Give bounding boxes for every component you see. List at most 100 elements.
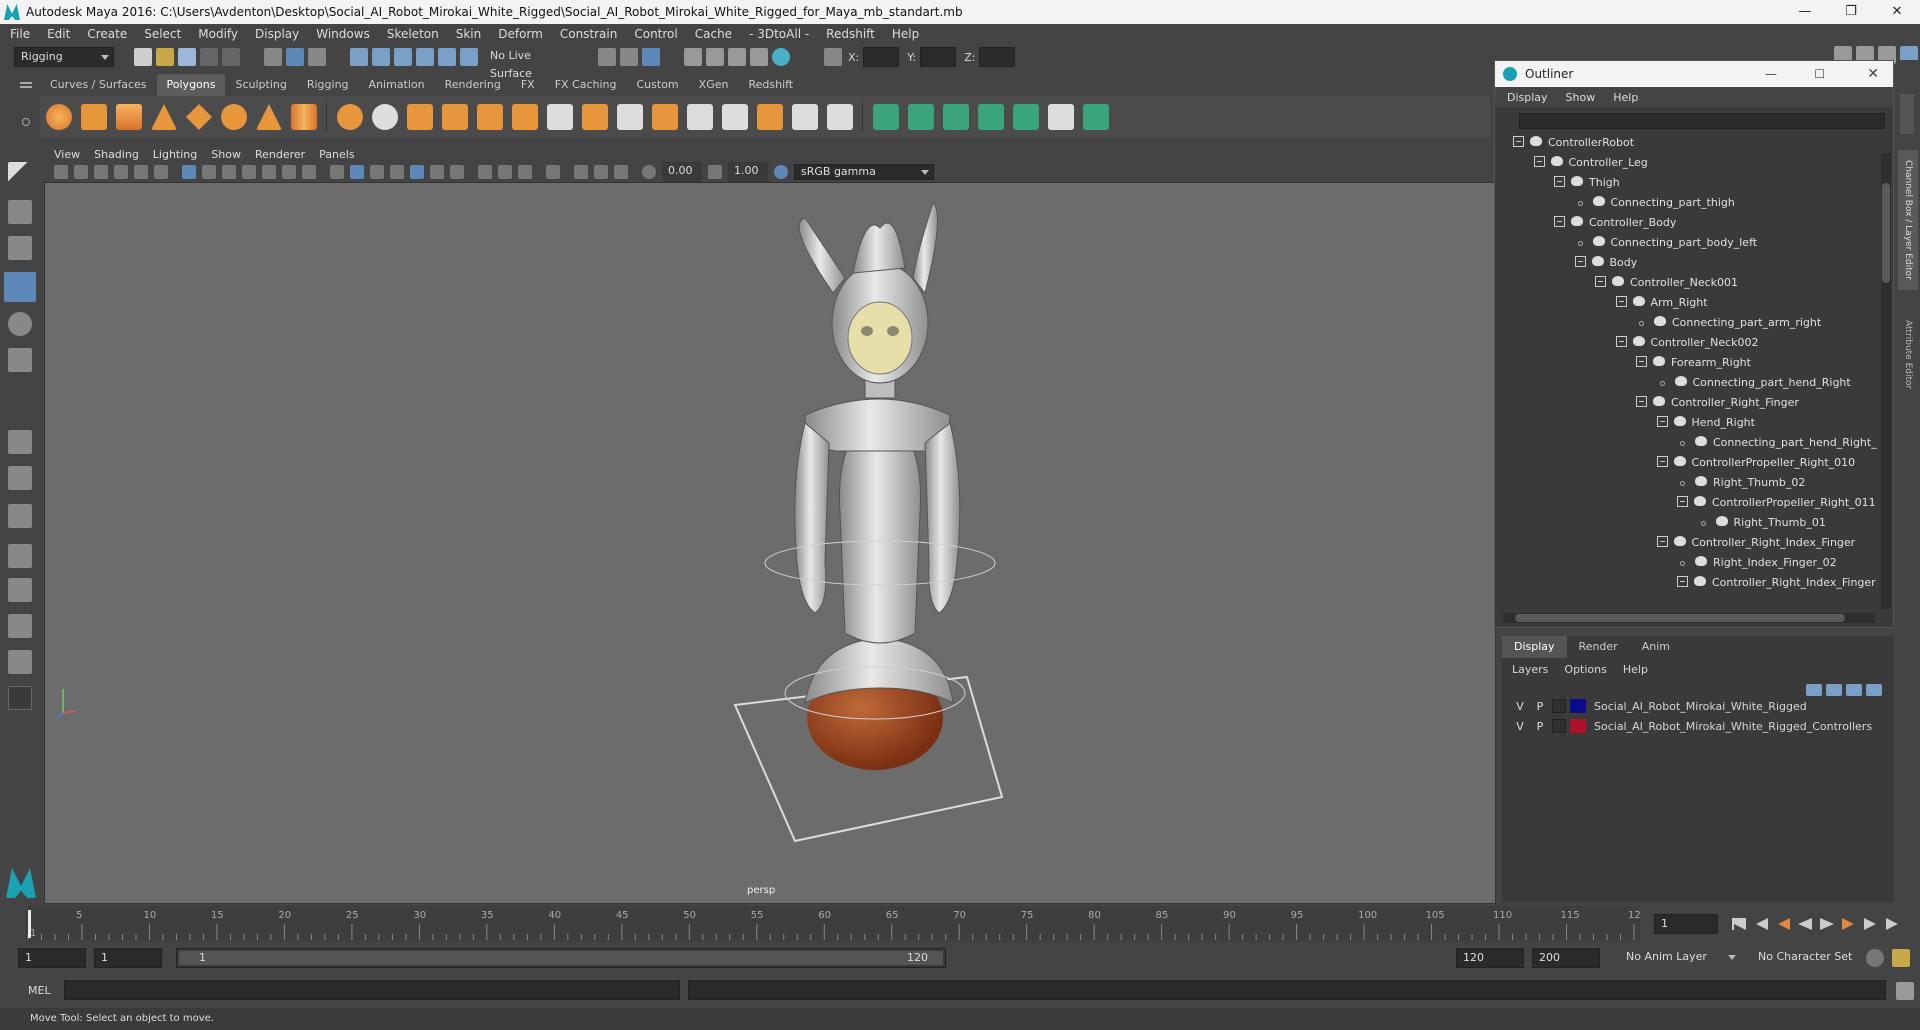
current-time-marker[interactable] [28,910,31,938]
outliner-item[interactable]: Controller_Right_Index_Finger [1656,533,1855,553]
redo-icon[interactable] [222,48,240,66]
animation-preferences-icon[interactable] [1892,949,1910,967]
bookmark-icon[interactable] [94,165,108,179]
z-field[interactable] [979,47,1016,67]
layer-display-type-toggle[interactable] [1552,719,1566,733]
outliner-search-field[interactable] [1519,113,1885,129]
default-material-icon[interactable] [370,165,384,179]
menu-skin[interactable]: Skin [456,27,482,41]
robot-arm-right[interactable] [794,422,830,614]
rotate-tool-icon[interactable] [8,312,32,336]
collapse-icon[interactable] [1615,296,1627,307]
outliner-menu-show[interactable]: Show [1566,91,1596,104]
animation-end-field[interactable]: 200 [1532,948,1600,968]
outliner-minimize-button[interactable]: — [1765,67,1777,81]
undo-icon[interactable] [200,48,218,66]
boolean-icon[interactable] [477,104,503,130]
move-layer-up-icon[interactable] [1806,684,1822,696]
poly-torus-icon[interactable] [221,104,247,130]
collapse-icon[interactable] [1513,136,1524,147]
menu-cache[interactable]: Cache [695,27,732,41]
four-view-layout-icon[interactable] [8,466,32,490]
custom-layout-icon[interactable] [8,686,32,710]
safe-title-icon[interactable] [302,165,316,179]
menu-file[interactable]: File [10,27,30,41]
panel-menu-show[interactable]: Show [211,148,241,161]
menu-3dtoall[interactable]: - 3DtoAll - [749,27,809,41]
extract-icon[interactable] [407,104,433,130]
snap-grid-icon[interactable] [350,48,368,66]
collapse-icon[interactable] [1533,156,1545,167]
outliner-item[interactable]: Connecting_part_hend_Right [1657,373,1851,393]
outliner-item[interactable]: ControllerRobot [1513,133,1634,153]
outliner-item[interactable]: Connecting_part_body_left [1575,233,1757,253]
current-frame-field[interactable]: 1 [1654,914,1718,934]
playback-start-field[interactable]: 1 [94,948,162,968]
shelf-menu-icon[interactable] [20,82,32,84]
shelf-tab-xgen[interactable]: XGen [689,74,739,96]
character-set-dropdown[interactable]: No Character Set [1752,948,1872,968]
combine-icon[interactable] [337,104,363,130]
shelf-tab-redshift[interactable]: Redshift [738,74,803,96]
menu-display[interactable]: Display [255,27,299,41]
poly-pipe-icon[interactable] [291,104,317,130]
outliner-maximize-button[interactable]: ☐ [1814,67,1825,81]
outliner-item[interactable]: Right_Thumb_02 [1677,473,1805,493]
range-slider-handle[interactable] [179,951,943,965]
go-to-end-icon[interactable] [1886,918,1898,930]
layer-color-swatch[interactable] [1570,699,1586,713]
robot-face[interactable] [847,301,913,375]
smooth-shade-icon[interactable] [350,165,364,179]
menu-constrain[interactable]: Constrain [560,27,618,41]
make-live-icon[interactable] [460,48,478,66]
persp-outliner-layout-icon[interactable] [8,544,32,568]
close-button[interactable]: ✕ [1874,0,1920,24]
outliner-item[interactable]: ControllerPropeller_Right_010 [1656,453,1855,473]
mirror-icon[interactable] [512,104,538,130]
2d-pan-zoom-icon[interactable] [134,165,148,179]
robot-ear-left[interactable] [912,202,938,295]
select-component-icon[interactable] [308,48,326,66]
outliner-item[interactable]: Right_Index_Finger_02 [1677,553,1837,573]
script-language-label[interactable]: MEL [28,984,51,997]
layer-menu-help[interactable]: Help [1623,663,1648,676]
anti-aliasing-icon[interactable] [518,165,532,179]
separate-icon[interactable] [372,104,398,130]
xray-icon[interactable] [574,165,588,179]
panel-menu-shading[interactable]: Shading [94,148,139,161]
view-transform-dropdown[interactable]: sRGB gamma [794,164,934,180]
menu-select[interactable]: Select [144,27,181,41]
scale-tool-icon[interactable] [8,348,32,372]
auto-key-icon[interactable] [1866,949,1884,967]
new-layer-selected-icon[interactable] [1846,684,1862,696]
poly-pyramid-icon[interactable] [256,104,282,130]
menu-modify[interactable]: Modify [198,27,238,41]
menuset-dropdown[interactable]: Rigging [14,47,114,67]
script-editor-icon[interactable] [1896,982,1914,1000]
construction-history-icon[interactable] [642,48,660,66]
xray-components-icon[interactable] [614,165,628,179]
grid-icon[interactable] [182,165,196,179]
panel-menu-panels[interactable]: Panels [319,148,354,161]
shelf-tab-sculpting[interactable]: Sculpting [225,74,296,96]
outliner-item[interactable]: Controller_Right_Finger [1636,393,1799,413]
transform-mode-icon[interactable] [824,48,842,66]
play-forwards-icon[interactable] [1820,918,1834,930]
outliner-item[interactable]: Forearm_Right [1636,353,1751,373]
layer-visibility-toggle[interactable]: V [1512,720,1528,733]
panel-menu-renderer[interactable]: Renderer [255,148,305,161]
outliner-item[interactable]: Controller_Leg [1533,153,1648,173]
shelf-tab-fx[interactable]: FX [511,74,545,96]
select-tool-icon[interactable] [8,162,32,186]
render-current-icon[interactable] [706,48,724,66]
collapse-icon[interactable] [1656,456,1668,467]
step-forward-key-icon[interactable] [1842,918,1854,930]
outliner-close-button[interactable]: ✕ [1867,66,1879,82]
shelf-tab-custom[interactable]: Custom [627,74,689,96]
gate-mask-icon[interactable] [242,165,256,179]
shelf-tab-fx-caching[interactable]: FX Caching [545,74,627,96]
hypershade-layout-icon[interactable] [8,614,32,638]
anim-layer-dropdown[interactable]: No Anim Layer [1620,948,1740,968]
x-field[interactable] [863,47,900,67]
collapse-icon[interactable] [1595,276,1606,287]
